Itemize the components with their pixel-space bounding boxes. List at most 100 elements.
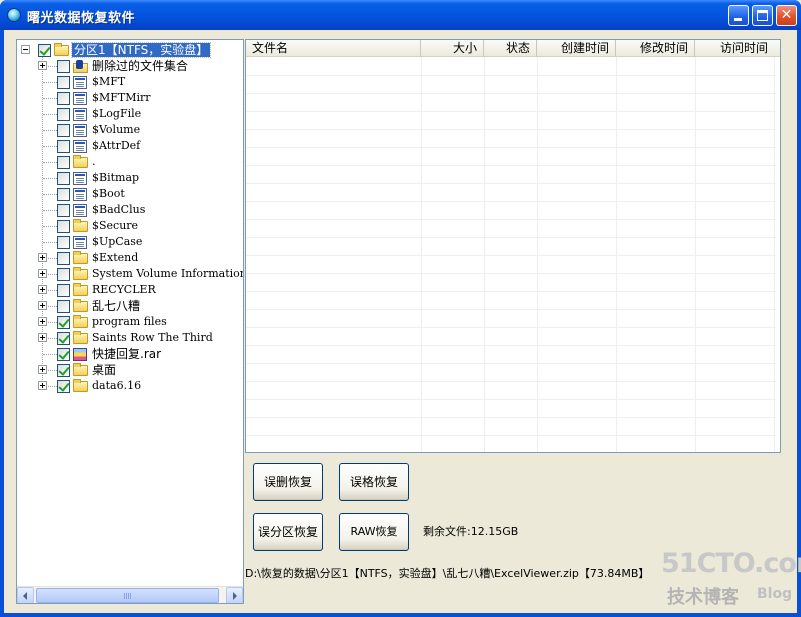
expand-icon[interactable] [38,269,47,278]
tree-item-label[interactable]: $LogFile [92,107,141,121]
tree-item[interactable]: $AttrDef [17,138,243,154]
column-header-created[interactable]: 创建时间 [537,40,616,57]
collapse-icon[interactable] [21,45,30,54]
tree-item-checkbox[interactable] [57,188,70,201]
tree-item-label[interactable]: 删除过的文件集合 [92,59,188,73]
tree-item-label[interactable]: $MFT [92,75,125,89]
expand-icon[interactable] [38,61,47,70]
column-header-size[interactable]: 大小 [421,40,484,57]
tree-item[interactable]: RECYCLER [17,282,243,298]
tree-item[interactable]: . [17,154,243,170]
tree-item-checkbox[interactable] [57,140,70,153]
tree-item[interactable]: 快捷回复.rar [17,346,243,362]
tree-item-checkbox[interactable] [57,332,70,345]
tree-item-checkbox[interactable] [57,204,70,217]
tree-item-checkbox[interactable] [57,124,70,137]
tree-item[interactable]: $Volume [17,122,243,138]
tree-item-label[interactable]: 桌面 [92,363,116,377]
close-button[interactable]: ✕ [776,5,797,26]
tree-item-label[interactable]: $Boot [92,187,125,201]
tree-item-checkbox[interactable] [57,284,70,297]
tree-item-checkbox[interactable] [57,156,70,169]
tree-item-checkbox[interactable] [57,268,70,281]
title-bar[interactable]: 曙光数据恢复软件 ✕ [0,0,801,30]
tree-item-label[interactable]: $MFTMirr [92,91,151,105]
tree-item-checkbox[interactable] [57,220,70,233]
tree-item-label[interactable]: $Volume [92,123,140,137]
raw-recover-button[interactable]: RAW恢复 [339,513,409,551]
tree-item[interactable]: 删除过的文件集合 [17,58,243,74]
tree-item-label[interactable]: Saints Row The Third [92,331,213,345]
scroll-thumb[interactable] [36,588,219,603]
tree-item-checkbox[interactable] [57,60,70,73]
tree-item-label[interactable]: $AttrDef [92,139,140,153]
grid-row-line [246,165,776,166]
tree-item-checkbox[interactable] [57,364,70,377]
tree-item[interactable]: Saints Row The Third [17,330,243,346]
tree-item[interactable]: $LogFile [17,106,243,122]
tree-item-label[interactable]: System Volume Information [92,267,243,281]
tree-horizontal-scrollbar[interactable] [17,586,243,603]
tree-root[interactable]: 分区1【NTFS，实验盘】 [17,42,243,58]
tree-item[interactable]: $MFTMirr [17,90,243,106]
tree-item-label[interactable]: $Bitmap [92,171,139,185]
column-header-status[interactable]: 状态 [484,40,537,57]
tree-item[interactable]: $BadClus [17,202,243,218]
tree-item-checkbox[interactable] [57,348,70,361]
scroll-right-button[interactable] [226,587,243,603]
tree-root-label[interactable]: 分区1【NTFS，实验盘】 [70,42,212,58]
grid-row-line [246,255,776,256]
tree-item[interactable]: $Secure [17,218,243,234]
tree-item[interactable]: 乱七八糟 [17,298,243,314]
tree-item-label[interactable]: RECYCLER [92,283,156,297]
tree-item[interactable]: $Bitmap [17,170,243,186]
expand-icon[interactable] [38,333,47,342]
tree-item[interactable]: data6.16 [17,378,243,394]
tree-item[interactable]: program files [17,314,243,330]
maximize-button[interactable] [752,5,773,26]
tree-item[interactable]: 桌面 [17,362,243,378]
deleted-recover-button[interactable]: 误删恢复 [253,463,323,501]
tree-item[interactable]: $UpCase [17,234,243,250]
tree-item-checkbox[interactable] [57,172,70,185]
tree-item-label[interactable]: $Secure [92,219,138,233]
root-checkbox[interactable] [38,44,51,57]
tree-item-label[interactable]: program files [92,315,167,329]
column-header-accessed[interactable]: 访问时间 [695,40,774,57]
format-recover-button[interactable]: 误格恢复 [339,463,409,501]
expand-icon[interactable] [38,285,47,294]
minimize-button[interactable] [728,5,749,26]
column-header-modified[interactable]: 修改时间 [616,40,695,57]
tree-item-label[interactable]: $UpCase [92,235,142,249]
tree-item-label[interactable]: . [92,155,96,169]
expand-icon[interactable] [38,317,47,326]
partition-recover-button[interactable]: 误分区恢复 [253,513,323,551]
tree-item-checkbox[interactable] [57,316,70,329]
column-header-filename[interactable]: 文件名 [246,40,421,57]
tree-item-checkbox[interactable] [57,300,70,313]
expand-icon[interactable] [38,381,47,390]
expand-icon[interactable] [38,253,47,262]
folder-icon [73,331,88,344]
tree-item-checkbox[interactable] [57,108,70,121]
tree-item[interactable]: $MFT [17,74,243,90]
tree-item[interactable]: $Extend [17,250,243,266]
tree-item[interactable]: System Volume Information [17,266,243,282]
expand-icon[interactable] [38,301,47,310]
expand-icon[interactable] [38,365,47,374]
folder-tree[interactable]: 分区1【NTFS，实验盘】 删除过的文件集合 $MFT $MFTMirr $LogFi… [16,39,244,604]
tree-item-checkbox[interactable] [57,92,70,105]
tree-item-checkbox[interactable] [57,236,70,249]
tree-item-checkbox[interactable] [57,252,70,265]
tree-item[interactable]: $Boot [17,186,243,202]
tree-item-label[interactable]: 乱七八糟 [92,299,140,313]
tree-item-label[interactable]: $Extend [92,251,138,265]
scroll-left-button[interactable] [17,587,34,603]
tree-item-label[interactable]: data6.16 [92,379,141,393]
tree-item-checkbox[interactable] [57,76,70,89]
grid-row-line [246,399,776,400]
tree-item-label[interactable]: 快捷回复.rar [92,347,161,361]
file-list[interactable]: 文件名 大小 状态 创建时间 修改时间 访问时间 [245,39,781,453]
tree-item-label[interactable]: $BadClus [92,203,145,217]
tree-item-checkbox[interactable] [57,380,70,393]
